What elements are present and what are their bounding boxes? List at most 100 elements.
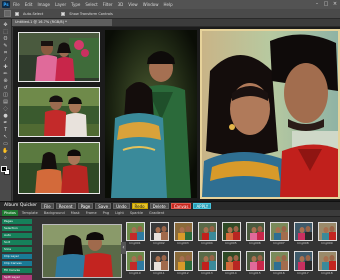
panel-header: Album Quicker File Recent Page Save Undo… xyxy=(0,202,340,210)
photo-thumbnail[interactable]: Img004 xyxy=(197,222,217,249)
collage-photo-center[interactable] xyxy=(105,30,197,198)
menu-view[interactable]: View xyxy=(128,0,138,9)
tab-frame[interactable]: Frame xyxy=(84,210,99,216)
document-canvas[interactable] xyxy=(13,27,340,201)
tab-mask[interactable]: Mask xyxy=(69,210,82,216)
photo-thumbnail[interactable]: Img010 xyxy=(125,251,145,278)
document-tab[interactable]: Untitled-1 @ 16.7% (RGB/8) * xyxy=(12,19,112,26)
selected-photo-preview[interactable] xyxy=(42,224,122,278)
tab-light[interactable]: Light xyxy=(113,210,126,216)
photo-thumbnail[interactable]: Img005 xyxy=(221,222,241,249)
thumbnail-label: Img010 xyxy=(129,271,141,275)
move-icon[interactable]: ✥ xyxy=(2,22,10,28)
recent-button[interactable]: Recent xyxy=(55,203,76,209)
color-swatches[interactable] xyxy=(1,166,10,175)
path-select-icon[interactable]: ↖ xyxy=(2,134,10,140)
menu-type[interactable]: Type xyxy=(71,0,80,9)
maximize-button[interactable]: □ xyxy=(323,1,329,7)
crop-icon[interactable]: ⌗ xyxy=(2,50,10,56)
photo-thumbnail[interactable]: Img007 xyxy=(269,222,289,249)
tab-png[interactable]: Png xyxy=(101,210,112,216)
move-tool-preset-icon[interactable] xyxy=(4,10,11,17)
menu-filter[interactable]: Filter xyxy=(103,0,113,9)
menu-layer[interactable]: Layer xyxy=(55,0,66,9)
tool-palette: ✥ ⬚ ʘ ✎ ⌗ ⁄ ✚ ✏ ⊕ ↺ ◫ ▤ ◌ ● ✒ T ↖ ▭ ✋ ⌕ xyxy=(0,19,12,201)
menu-window[interactable]: Window xyxy=(143,0,159,9)
foreground-color-swatch[interactable] xyxy=(1,166,7,172)
minimize-button[interactable]: – xyxy=(314,1,320,7)
menu-image[interactable]: Image xyxy=(37,0,50,9)
auto-select-checkbox[interactable] xyxy=(15,11,19,16)
zoom-icon[interactable]: ⌕ xyxy=(2,155,10,161)
sidebar-button-split-layer[interactable]: Split Layer xyxy=(2,275,32,280)
sidebar-button-selection[interactable]: Selection xyxy=(2,226,32,231)
lasso-icon[interactable]: ʘ xyxy=(2,36,10,42)
tab-background[interactable]: Background xyxy=(42,210,67,216)
menu-help[interactable]: Help xyxy=(163,0,172,9)
dodge-icon[interactable]: ● xyxy=(2,113,10,119)
close-button[interactable]: × xyxy=(332,1,338,7)
thumbnail-photo xyxy=(321,255,336,270)
eyedropper-icon[interactable]: ⁄ xyxy=(2,57,10,63)
tab-sparkle[interactable]: Sparkle xyxy=(128,210,145,216)
stamp-icon[interactable]: ⊕ xyxy=(2,78,10,84)
photo-thumbnail[interactable]: Img002 xyxy=(149,222,169,249)
shape-icon[interactable]: ▭ xyxy=(2,141,10,147)
photo-thumbnail[interactable]: Img017 xyxy=(293,251,313,278)
collage-photo-main[interactable] xyxy=(200,29,340,199)
photo-thumbnail[interactable]: Img014 xyxy=(221,251,241,278)
brush-icon[interactable]: ✏ xyxy=(2,71,10,77)
sidebar-button-sort[interactable]: Sort xyxy=(2,240,32,245)
transform-controls-checkbox[interactable] xyxy=(61,11,66,16)
photo-thumbnail[interactable]: Img018 xyxy=(317,251,337,278)
photo-thumbnail[interactable]: Img008 xyxy=(293,222,313,249)
menu-3d[interactable]: 3D xyxy=(118,0,124,9)
delete-button[interactable]: Delete xyxy=(149,203,169,209)
sidebar-button-pages[interactable]: Pages xyxy=(2,219,32,224)
gradient-icon[interactable]: ▤ xyxy=(2,99,10,105)
sidebar-button-auto[interactable]: Auto xyxy=(2,233,32,238)
undo-button[interactable]: Undo xyxy=(113,203,130,209)
photo-thumbnail[interactable]: Img011 xyxy=(149,251,169,278)
photo-thumbnail[interactable]: Img012 xyxy=(173,251,193,278)
photo-thumbnail[interactable]: Img009 xyxy=(317,222,337,249)
photo-thumbnail[interactable]: Img001 xyxy=(125,222,145,249)
thumbnail-label: Img017 xyxy=(297,271,309,275)
menu-edit[interactable]: Edit xyxy=(25,0,33,9)
sidebar-button-clip-layer[interactable]: Clip Layer xyxy=(2,254,32,259)
collage-photo-1[interactable] xyxy=(18,32,100,82)
redo-button[interactable]: Redo xyxy=(131,203,148,209)
tab-template[interactable]: Template xyxy=(20,210,40,216)
photo-thumbnail[interactable]: Img006 xyxy=(245,222,265,249)
thumbnail-photo xyxy=(129,226,144,240)
eraser-icon[interactable]: ◫ xyxy=(2,92,10,98)
photo-thumbnail[interactable]: Img016 xyxy=(269,251,289,278)
apply-button[interactable]: APPLY xyxy=(193,203,212,209)
marquee-icon[interactable]: ⬚ xyxy=(2,29,10,35)
tab-gradient[interactable]: Gradient xyxy=(147,210,166,216)
pen-icon[interactable]: ✒ xyxy=(2,120,10,126)
healing-icon[interactable]: ✚ xyxy=(2,64,10,70)
sidebar-button-fill-canvas[interactable]: Fill Canvas xyxy=(2,268,32,273)
hand-icon[interactable]: ✋ xyxy=(2,148,10,154)
canvas-button[interactable]: Canvas xyxy=(170,203,192,209)
sidebar-button-clip-canvas[interactable]: Clip Canvas xyxy=(2,261,32,266)
photoshop-window: Ps File Edit Image Layer Type Select Fil… xyxy=(0,0,340,280)
menu-select[interactable]: Select xyxy=(85,0,97,9)
type-icon[interactable]: T xyxy=(2,127,10,133)
menu-file[interactable]: File xyxy=(13,0,20,9)
thumbnail-label: Img018 xyxy=(321,271,333,275)
tab-photos[interactable]: Photos xyxy=(2,210,18,216)
save-button[interactable]: Save xyxy=(95,203,112,209)
photo-thumbnail[interactable]: Img013 xyxy=(197,251,217,278)
blur-icon[interactable]: ◌ xyxy=(2,106,10,112)
photo-thumbnail[interactable]: Img015 xyxy=(245,251,265,278)
quick-select-icon[interactable]: ✎ xyxy=(2,43,10,49)
photo-thumbnail[interactable]: Img003 xyxy=(173,222,193,249)
page-button[interactable]: Page xyxy=(77,203,94,209)
collage-photo-3[interactable] xyxy=(18,142,100,194)
history-brush-icon[interactable]: ↺ xyxy=(2,85,10,91)
collage-photo-2[interactable] xyxy=(18,87,100,137)
file-button[interactable]: File xyxy=(41,203,54,209)
sidebar-button-slice[interactable]: Slice xyxy=(2,247,32,252)
